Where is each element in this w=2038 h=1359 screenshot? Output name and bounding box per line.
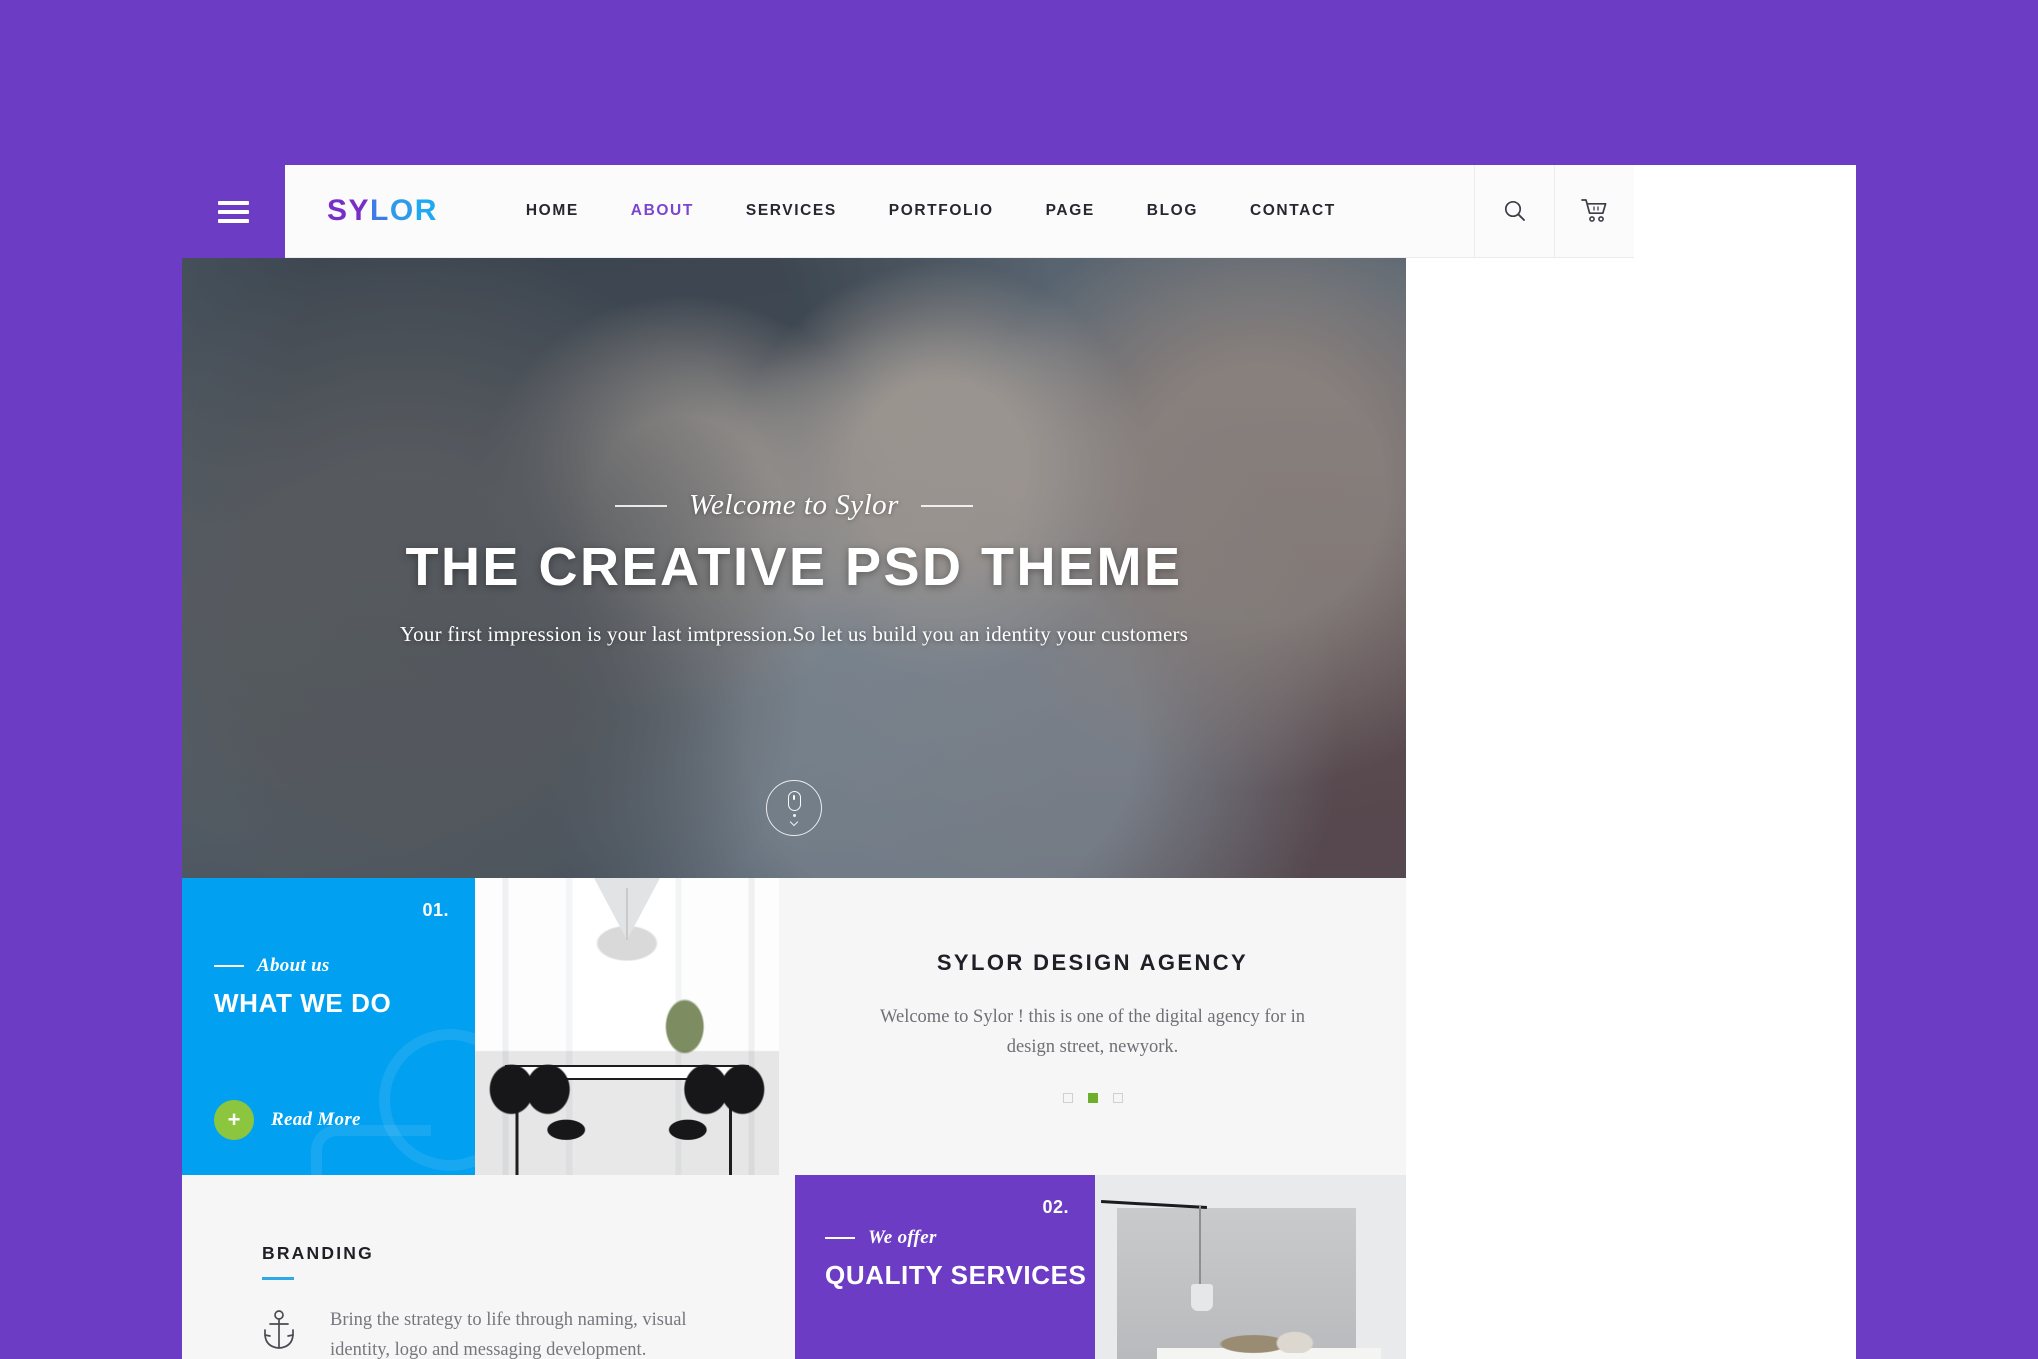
scroll-dot — [792, 814, 796, 817]
about-panel-text: About us WHAT WE DO — [214, 955, 391, 1019]
about-heading: WHAT WE DO — [214, 988, 392, 1018]
carousel-dot-1[interactable] — [1062, 1092, 1073, 1103]
offer-photo-bulb — [1191, 1283, 1214, 1311]
branding-block: BRANDING Bring the strategy to life thro… — [182, 1175, 795, 1359]
plus-icon: + — [214, 1100, 254, 1140]
browser-page: SY L O R HOME ABOUT SERVICES PORTFOLIO PAGE… — [182, 165, 1856, 1359]
offer-kicker-row: We offer — [825, 1227, 1086, 1249]
agency-title: SYLOR DESIGN AGENCY — [936, 950, 1249, 976]
search-icon — [1504, 200, 1525, 221]
about-blue-panel: 01. About us WHAT WE DO + Read More — [182, 878, 475, 1175]
about-kicker: About us — [257, 955, 330, 976]
search-button[interactable] — [1474, 165, 1554, 257]
branding-description: Bring the strategy to life through namin… — [330, 1310, 687, 1359]
hero-kicker: Welcome to Sylor — [689, 489, 899, 521]
logo-part-r: R — [414, 194, 438, 227]
hero-subtitle: Your first impression is your last imtpr… — [399, 622, 1189, 646]
nav-item-blog[interactable]: BLOG — [1147, 202, 1198, 220]
offer-photo-cord — [1199, 1206, 1202, 1286]
offer-heading: QUALITY SERVICES — [825, 1260, 1087, 1290]
shopping-cart-icon — [1580, 199, 1606, 222]
carousel-pagination — [1062, 1092, 1123, 1103]
offer-photo — [1095, 1175, 1406, 1359]
nav-item-portfolio[interactable]: PORTFOLIO — [889, 202, 994, 220]
about-decoration-corner — [311, 1125, 431, 1175]
chairs-shape — [475, 1056, 779, 1175]
about-text-panel: SYLOR DESIGN AGENCY Welcome to Sylor ! t… — [779, 878, 1406, 1175]
anchor-icon — [264, 1310, 294, 1349]
offer-purple-panel: 02. We offer QUALITY SERVICES — [795, 1175, 1095, 1359]
nav-item-contact[interactable]: CONTACT — [1250, 202, 1336, 220]
carousel-dot-3[interactable] — [1112, 1092, 1123, 1103]
offer-kicker: We offer — [868, 1227, 937, 1248]
about-section: 01. About us WHAT WE DO + Read More SYLO… — [182, 878, 1406, 1175]
site-header: SY L O R HOME ABOUT SERVICES PORTFOLIO PAGE… — [182, 165, 1634, 258]
nav-item-page[interactable]: PAGE — [1046, 202, 1095, 220]
about-photo — [475, 878, 779, 1175]
main-navigation: HOME ABOUT SERVICES PORTFOLIO PAGE BLOG … — [438, 165, 1474, 257]
hamburger-menu-button[interactable] — [182, 165, 285, 258]
hero-rule-right — [920, 504, 973, 507]
scroll-down-indicator[interactable] — [766, 780, 822, 836]
logo-part-o: O — [389, 194, 415, 227]
hero-title: THE CREATIVE PSD THEME — [405, 537, 1183, 597]
nav-item-services[interactable]: SERVICES — [746, 202, 837, 220]
hero-rule-left — [615, 504, 668, 507]
branding-body: Bring the strategy to life through namin… — [262, 1306, 795, 1359]
hamburger-icon — [218, 196, 249, 228]
about-kicker-row: About us — [214, 955, 391, 977]
mouse-scroll-icon — [787, 791, 801, 811]
offer-photo-fish-secondary — [1275, 1327, 1319, 1354]
site-logo[interactable]: SY L O R — [285, 165, 438, 257]
services-section: BRANDING Bring the strategy to life thro… — [182, 1175, 1406, 1359]
branding-title: BRANDING — [262, 1243, 374, 1263]
logo-part-sy: SY — [327, 194, 371, 227]
agency-description: Welcome to Sylor ! this is one of the di… — [880, 1007, 1305, 1057]
offer-dash — [825, 1237, 855, 1239]
pendant-lamp-shape — [594, 878, 660, 940]
hero-kicker-row: Welcome to Sylor — [615, 489, 973, 522]
about-dash — [214, 965, 244, 967]
carousel-dot-2-active[interactable] — [1087, 1092, 1098, 1103]
hero-banner: Welcome to Sylor THE CREATIVE PSD THEME … — [182, 258, 1406, 878]
chevron-down-icon — [789, 817, 799, 827]
nav-item-home[interactable]: HOME — [526, 202, 579, 220]
about-section-number: 01. — [422, 900, 449, 920]
cart-button[interactable] — [1554, 165, 1634, 257]
logo-part-l: L — [370, 194, 390, 227]
nav-item-about[interactable]: ABOUT — [631, 202, 694, 220]
offer-panel-text: We offer QUALITY SERVICES — [825, 1227, 1086, 1291]
offer-section-number: 02. — [1042, 1197, 1069, 1217]
branding-underline — [262, 1277, 294, 1280]
